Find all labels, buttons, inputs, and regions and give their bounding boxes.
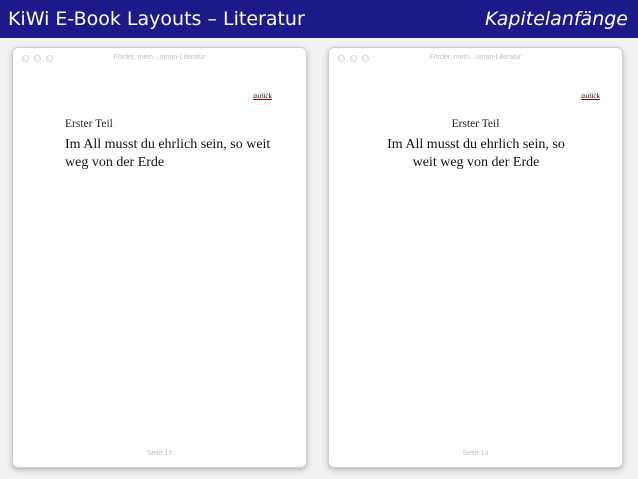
slide-subtitle: Kapitelanfänge	[485, 8, 628, 30]
window-titlebar: Förder, mein…oman-Literatur	[329, 48, 622, 70]
page-number: Seite 16	[146, 450, 173, 457]
ebook-window-centered: Förder, mein…oman-Literatur zurück Erste…	[328, 47, 623, 468]
slide-header: KiWi E-Book Layouts – Literatur Kapitela…	[0, 0, 638, 38]
window-title: Förder, mein…oman-Literatur	[113, 54, 206, 61]
slide-title: KiWi E-Book Layouts – Literatur	[8, 8, 305, 30]
window-titlebar: Förder, mein…oman-Literatur	[13, 48, 306, 70]
window-title: Förder, mein…oman-Literatur	[429, 54, 522, 61]
back-link[interactable]: zurück	[253, 92, 272, 100]
page-number: Seite 14	[462, 450, 489, 457]
part-label: Erster Teil	[65, 118, 113, 130]
ebook-window-left-aligned: Förder, mein…oman-Literatur zurück Erste…	[12, 47, 307, 468]
chapter-title: Im All musst du ehrlich sein, so weit we…	[65, 137, 271, 170]
part-label: Erster Teil	[451, 118, 500, 130]
back-link[interactable]: zurück	[581, 92, 600, 100]
chapter-title: Im All musst du ehrlich sein, so weit we…	[387, 137, 565, 170]
